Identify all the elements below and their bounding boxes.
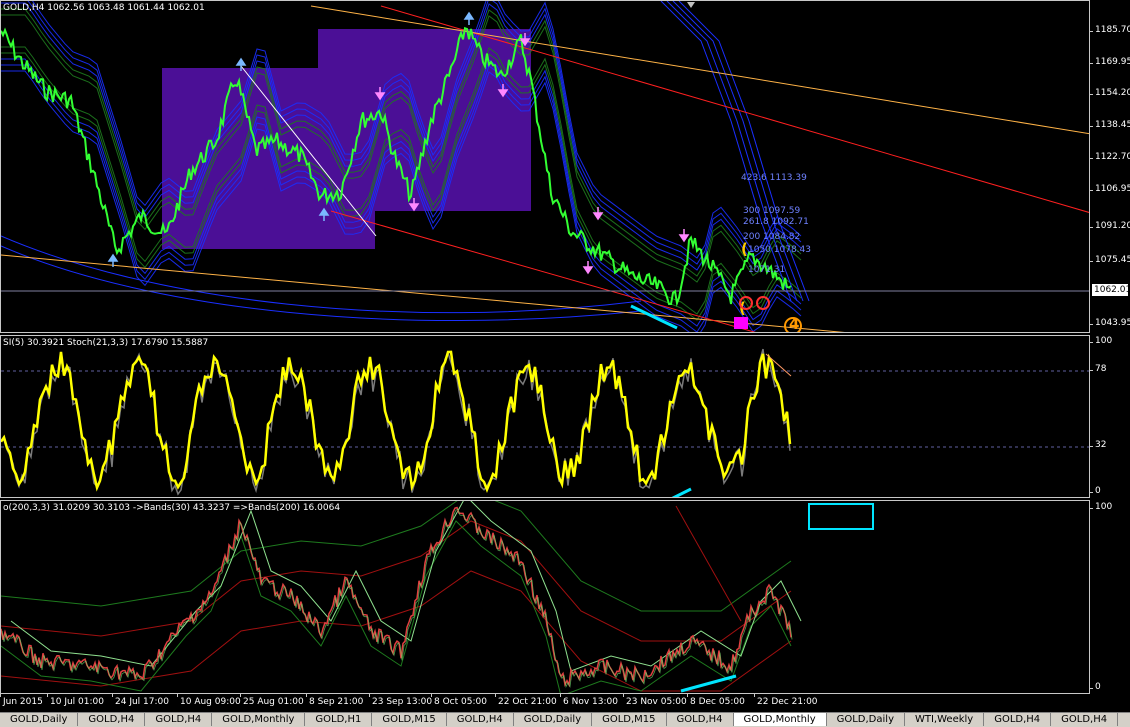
- wave-label: (: [741, 240, 748, 258]
- chart-tab[interactable]: GOLD,M15: [592, 713, 667, 726]
- chart-tab[interactable]: GOLD,H4: [447, 713, 514, 726]
- price-chart-canvas[interactable]: 423.6 1113.39 300 1097.59261.8 1092.71 200…: [1, 1, 1090, 333]
- price-axis-tick: 1185.70: [1088, 25, 1130, 35]
- oscillator-pane[interactable]: o(200,3,3) 31.0209 30.3103 ->Bands(30) 4…: [0, 500, 1090, 694]
- chart-tab[interactable]: GOLD,Monthly: [212, 713, 306, 726]
- chart-tab[interactable]: GOLD,H4: [78, 713, 146, 726]
- time-axis-label: 8 Dec 05:00: [687, 693, 745, 707]
- time-axis-label: 23 Sep 13:00: [368, 693, 433, 707]
- price-chart-title: GOLD,H4 1062.56 1063.48 1061.44 1062.01: [3, 3, 205, 13]
- oscillator-canvas[interactable]: [1, 501, 1090, 694]
- time-axis-label: 6 Nov 13:00: [560, 693, 618, 707]
- annotation-arrow: [671, 487, 692, 497]
- oscillator-band-line: [1, 520, 792, 693]
- price-axis-tick: 1091.20: [1088, 221, 1130, 231]
- chart-tab[interactable]: GOLD,H1: [305, 713, 373, 726]
- annotation-arrow: [680, 674, 737, 693]
- fibonacci-label: 423.6 1113.39: [741, 173, 807, 183]
- time-axis-label: 22 Dec 21:00: [754, 693, 818, 707]
- fibonacci-label: 200 1084.82: [743, 232, 800, 242]
- chart-tab[interactable]: GOLD,Daily: [514, 713, 593, 726]
- fibonacci-label: 300 1097.59: [743, 206, 801, 216]
- wave-marker: [734, 317, 748, 329]
- stochastic-axis: 100 78 32 0: [1088, 335, 1130, 498]
- oscillator-band-line: [1, 520, 792, 642]
- price-axis-tick: 1075.45: [1088, 255, 1130, 265]
- stochastic-axis-tick: 0: [1089, 486, 1101, 496]
- oscillator-axis: 100 0: [1088, 500, 1130, 694]
- stochastic-canvas[interactable]: [1, 336, 1090, 498]
- price-axis-tick: 1043.95: [1088, 318, 1130, 328]
- signal-arrow-icon: [582, 261, 594, 275]
- time-axis-label: 10 Aug 09:00: [177, 693, 241, 707]
- signal-arrow-icon: [592, 207, 604, 221]
- price-axis-tick: 1169.95: [1088, 57, 1130, 67]
- time-axis-label: 8 Sep 21:00: [305, 693, 364, 707]
- time-axis-label: 23 Nov 05:00: [623, 693, 687, 707]
- oscillator-title: o(200,3,3) 31.0209 30.3103 ->Bands(30) 4…: [3, 503, 341, 513]
- bands-channel-line: [1, 245, 642, 322]
- signal-arrow-icon: [678, 229, 690, 243]
- stochastic-axis-tick: 32: [1088, 440, 1107, 450]
- price-axis-tick: 1154.20: [1088, 88, 1130, 98]
- oscillator-band-line: [1, 501, 792, 612]
- chart-tab[interactable]: GOLD,Daily: [0, 713, 79, 726]
- time-axis-label: 22 Oct 21:00: [495, 693, 557, 707]
- selection-rectangle[interactable]: [808, 503, 874, 530]
- fibonacci-label: 1050 1078.43: [748, 245, 811, 255]
- chart-tab-bar: GOLD,Daily GOLD,H4 GOLD,H4 GOLD,Monthly GOLD…: [0, 712, 1130, 727]
- scroll-marker-icon: [687, 2, 695, 8]
- fibonacci-label: 261.8 1092.71: [743, 217, 809, 227]
- time-axis-label: 8 Oct 05:00: [431, 693, 487, 707]
- bands-channel-line: [660, 1, 792, 302]
- oscillator-axis-tick: 100: [1088, 502, 1113, 512]
- chart-tab[interactable]: GOLD,H4: [145, 713, 213, 726]
- stochastic-axis-tick: 78: [1088, 364, 1107, 374]
- signal-arrow-icon: [463, 11, 475, 25]
- chart-tab[interactable]: GOLD,Monthly: [733, 713, 827, 726]
- chart-tab[interactable]: GOLD,M15: [372, 713, 447, 726]
- stochastic-title: SI(5) 30.3921 Stoch(21,3,3) 17.6790 15.5…: [3, 338, 209, 348]
- time-axis-label: 10 Jul 01:00: [47, 693, 104, 707]
- chart-tab[interactable]: GOLD,Daily: [827, 713, 905, 726]
- chart-tab[interactable]: GOLD,H4: [1051, 713, 1119, 726]
- time-axis[interactable]: Jun 2015 10 Jul 01:00 24 Jul 17:00 10 Aug 0…: [0, 693, 1090, 712]
- time-axis-label: 24 Jul 17:00: [112, 693, 169, 707]
- price-axis-tick: 1122.70: [1088, 152, 1130, 162]
- price-chart-pane[interactable]: 423.6 1113.39 300 1097.59 261.8 1092.71 200…: [0, 0, 1090, 333]
- stochastic-signal-line: [1, 348, 791, 496]
- bands-channel-line: [672, 1, 804, 302]
- chart-tab[interactable]: GOLD,H4: [667, 713, 734, 726]
- time-axis-label: Jun 2015: [0, 693, 43, 707]
- chart-tab[interactable]: WTI,Weekly: [905, 713, 985, 726]
- time-axis-label: 25 Aug 01:00: [240, 693, 304, 707]
- oscillator-axis-tick: 0: [1089, 682, 1101, 692]
- stochastic-axis-tick: 100: [1088, 336, 1113, 346]
- trendline-red: [675, 505, 742, 622]
- current-price-label: 1062.01: [1092, 284, 1130, 296]
- chart-tab[interactable]: GOLD,H4: [984, 713, 1052, 726]
- price-axis-tick: 1106.95: [1088, 184, 1130, 194]
- trendline-red: [330, 210, 756, 332]
- price-axis-tick: 1138.45: [1088, 120, 1130, 130]
- fibonacci-label: 1071.31: [748, 265, 785, 275]
- stochastic-pane[interactable]: SI(5) 30.3921 Stoch(21,3,3) 17.6790 15.5…: [0, 335, 1090, 498]
